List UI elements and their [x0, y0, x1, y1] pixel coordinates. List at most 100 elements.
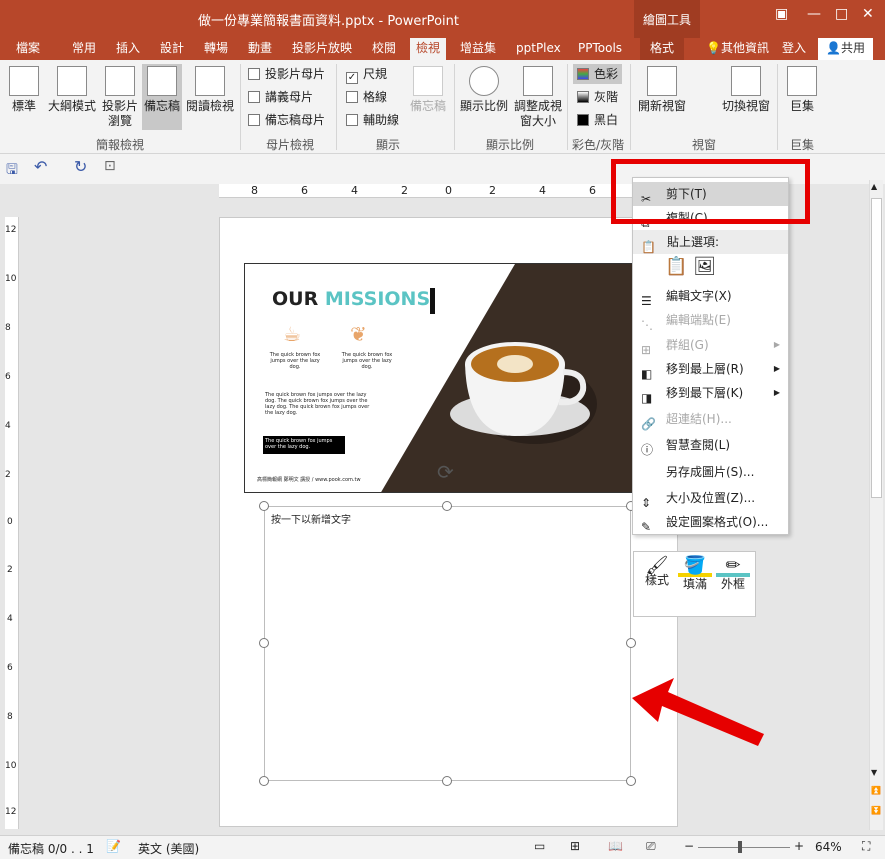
- notes-placeholder-text: 按一下以新增文字: [271, 515, 351, 526]
- language-indicator[interactable]: 英文 (美國): [138, 840, 199, 857]
- menu-item-edit-points[interactable]: ⋱ 編輯端點(E): [633, 308, 788, 332]
- tab-animations[interactable]: 動畫: [248, 38, 272, 60]
- ruler-tick: 0: [7, 517, 13, 527]
- fill-bucket-icon: 🪣: [678, 557, 712, 577]
- next-page-icon[interactable]: ⏬: [871, 806, 881, 815]
- reading-view-icon: [195, 66, 225, 96]
- minimize-button[interactable]: —: [807, 6, 821, 22]
- paste-keep-icon[interactable]: 📋: [665, 256, 687, 277]
- grayscale-button[interactable]: 灰階: [577, 87, 618, 107]
- menu-item-hyperlink[interactable]: 🔗 超連結(H)...: [633, 407, 788, 431]
- prev-page-icon[interactable]: ⏫: [871, 786, 881, 795]
- close-button[interactable]: ✕: [862, 6, 874, 22]
- tab-home[interactable]: 常用: [72, 38, 96, 60]
- menu-item-format-shape[interactable]: ✎ 設定圖案格式(O)...: [633, 510, 788, 534]
- menu-item-group[interactable]: ⊞ 群組(G) ▶: [633, 333, 788, 357]
- gridlines-checkbox[interactable]: 格線: [346, 87, 387, 107]
- notes-page-button[interactable]: 備忘稿: [142, 64, 182, 130]
- group-label-show: 顯示: [376, 138, 401, 152]
- undo-icon[interactable]: ↶: [34, 157, 47, 176]
- divider: [630, 64, 631, 150]
- scroll-thumb[interactable]: [871, 198, 882, 498]
- heading-bar: [430, 288, 435, 314]
- notes-placeholder[interactable]: 按一下以新增文字: [264, 506, 631, 781]
- tab-transitions[interactable]: 轉場: [204, 38, 228, 60]
- checkbox-box: [346, 91, 358, 103]
- slideshow-status-icon[interactable]: ⎚: [646, 839, 656, 854]
- scroll-up-icon[interactable]: ▲: [871, 182, 877, 191]
- zoom-slider-track[interactable]: [698, 847, 790, 848]
- zoom-in-icon[interactable]: +: [794, 839, 804, 853]
- tab-file[interactable]: 檔案: [16, 38, 40, 60]
- black-white-button[interactable]: 黑白: [577, 110, 618, 130]
- menu-item-bring-front[interactable]: ◧ 移到最上層(R) ▶: [633, 357, 788, 381]
- fit-slide-icon[interactable]: ⛶: [862, 839, 870, 854]
- notes-toggle-button[interactable]: 備忘稿: [408, 66, 448, 114]
- redo-icon[interactable]: ↻: [74, 157, 87, 176]
- reading-view-button[interactable]: 閱讀檢視: [184, 66, 236, 114]
- slide-master-button[interactable]: 投影片母片: [248, 64, 325, 84]
- menu-item-edit-text[interactable]: ☰ 編輯文字(X): [633, 284, 788, 308]
- zoom-button[interactable]: 顯示比例: [458, 66, 510, 114]
- outline-view-button[interactable]: 大綱模式: [46, 66, 98, 114]
- scroll-down-icon[interactable]: ▼: [871, 768, 877, 777]
- zoom-level[interactable]: 64%: [815, 840, 842, 854]
- sorter-view-status-icon[interactable]: ⊞: [570, 839, 580, 853]
- ruler-tick: 8: [251, 184, 258, 197]
- tab-pptplex[interactable]: pptPlex: [516, 38, 561, 60]
- context-menu: ✂ 剪下(T) ⧉ 複製(C) 📋 貼上選項: 📋 🖼 ☰ 編輯文字(X) ⋱ 編輯端點(…: [632, 177, 789, 535]
- zoom-slider-thumb[interactable]: [738, 841, 742, 853]
- menu-item-save-picture[interactable]: 另存成圖片(S)...: [633, 460, 788, 484]
- handout-master-button[interactable]: 講義母片: [248, 87, 313, 107]
- tab-format[interactable]: 格式: [640, 38, 685, 60]
- resize-handle[interactable]: [626, 638, 636, 648]
- vertical-scrollbar[interactable]: ▲ ▼ ⏫ ⏬: [869, 180, 883, 830]
- notes-master-button[interactable]: 備忘稿母片: [248, 110, 325, 130]
- presentation-icon[interactable]: ⊡: [104, 158, 116, 174]
- tab-addins[interactable]: 增益集: [460, 38, 496, 60]
- notes-master-icon: [248, 114, 260, 126]
- reading-view-status-icon[interactable]: 📖: [608, 839, 623, 853]
- tell-me[interactable]: 💡其他資訊: [706, 38, 769, 60]
- resize-handle[interactable]: [259, 638, 269, 648]
- resize-handle[interactable]: [626, 776, 636, 786]
- maximize-button[interactable]: □: [835, 6, 848, 22]
- ruler-checkbox[interactable]: ✓ 尺規: [346, 64, 387, 84]
- fill-button[interactable]: 🪣 填滿: [678, 557, 712, 592]
- fit-to-window-button[interactable]: 調整成視窗大小: [512, 66, 564, 129]
- resize-handle[interactable]: [442, 776, 452, 786]
- tab-slideshow[interactable]: 投影片放映: [292, 38, 352, 60]
- resize-handle[interactable]: [259, 501, 269, 511]
- spellcheck-icon[interactable]: 📝: [106, 839, 121, 853]
- menu-item-send-back[interactable]: ◨ 移到最下層(K) ▶: [633, 381, 788, 405]
- slide-heading-accent: MISSIONS: [324, 288, 431, 310]
- color-button[interactable]: 色彩: [573, 64, 623, 84]
- style-button[interactable]: 🖌 樣式: [640, 557, 674, 588]
- group-label-master-views: 母片檢視: [266, 138, 315, 152]
- tab-pptools[interactable]: PPTools: [578, 38, 622, 60]
- slide-thumbnail[interactable]: OUR MISSIONS ☕ ❦ The quick brown fox jum…: [244, 263, 649, 493]
- tab-view[interactable]: 檢視: [410, 38, 447, 60]
- slide-sorter-button[interactable]: 投影片瀏覽: [100, 66, 140, 129]
- resize-handle[interactable]: [442, 501, 452, 511]
- sign-in-link[interactable]: 登入: [782, 38, 806, 60]
- rotate-handle-icon[interactable]: ⟳: [437, 460, 454, 484]
- guides-checkbox[interactable]: 輔助線: [346, 110, 399, 130]
- ribbon-display-icon[interactable]: ▣: [775, 6, 788, 22]
- resize-handle[interactable]: [259, 776, 269, 786]
- tab-insert[interactable]: 插入: [116, 38, 140, 60]
- tab-design[interactable]: 設計: [160, 38, 184, 60]
- menu-item-size-position[interactable]: ⇕ 大小及位置(Z)...: [633, 486, 788, 510]
- normal-view-button[interactable]: 標準: [6, 66, 42, 114]
- normal-view-status-icon[interactable]: ▭: [534, 839, 545, 853]
- tab-review[interactable]: 校閱: [372, 38, 396, 60]
- menu-item-smart-lookup[interactable]: ⓘ 智慧查閱(L): [633, 433, 788, 457]
- share-button[interactable]: 👤共用: [818, 38, 873, 60]
- switch-windows-button[interactable]: 切換視窗: [720, 66, 772, 114]
- save-icon[interactable]: 🖫: [6, 159, 18, 183]
- macros-button[interactable]: 巨集: [782, 66, 822, 114]
- zoom-out-icon[interactable]: −: [684, 839, 694, 853]
- outline-button[interactable]: ✏ 外框: [716, 557, 750, 592]
- new-window-button[interactable]: 開新視窗: [636, 66, 688, 114]
- paste-picture-icon[interactable]: 🖼: [693, 256, 716, 277]
